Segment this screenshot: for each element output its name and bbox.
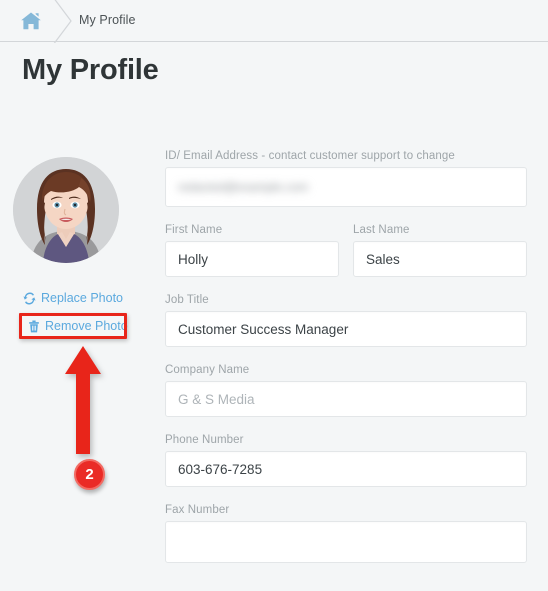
- replace-photo-label: Replace Photo: [41, 291, 124, 305]
- name-row: First Name Holly Last Name Sales: [165, 224, 527, 294]
- field-email-label: ID/ Email Address - contact customer sup…: [165, 150, 455, 162]
- company-name-field[interactable]: G & S Media: [165, 381, 527, 417]
- last-name-field[interactable]: Sales: [353, 241, 527, 277]
- home-icon[interactable]: [18, 8, 44, 34]
- replace-photo-link[interactable]: Replace Photo: [23, 291, 123, 305]
- field-fax-number-label: Fax Number: [165, 504, 230, 516]
- remove-photo-highlight-box: [19, 313, 127, 339]
- step-badge: 2: [74, 459, 105, 490]
- up-arrow-icon: [62, 344, 104, 456]
- breadcrumb: My Profile: [0, 0, 548, 43]
- field-fax-number: Fax Number: [165, 504, 527, 563]
- breadcrumb-separator-icon: [52, 0, 74, 43]
- field-phone-number-label: Phone Number: [165, 434, 244, 446]
- field-job-title: Job Title Customer Success Manager: [165, 294, 527, 347]
- field-last-name-label: Last Name: [353, 224, 410, 236]
- avatar[interactable]: [13, 157, 119, 263]
- email-field-value: redacted@example.com: [178, 180, 309, 194]
- breadcrumb-current[interactable]: My Profile: [79, 13, 136, 27]
- phone-number-field[interactable]: 603-676-7285: [165, 451, 527, 487]
- field-job-title-label: Job Title: [165, 294, 209, 306]
- field-last-name: Last Name Sales: [353, 224, 527, 277]
- job-title-field[interactable]: Customer Success Manager: [165, 311, 527, 347]
- email-field[interactable]: redacted@example.com: [165, 167, 527, 207]
- field-phone-number: Phone Number 603-676-7285: [165, 434, 527, 487]
- field-company-name-label: Company Name: [165, 364, 250, 376]
- fax-number-field[interactable]: [165, 521, 527, 563]
- refresh-icon: [23, 291, 36, 305]
- field-email: ID/ Email Address - contact customer sup…: [165, 150, 527, 207]
- field-company-name: Company Name G & S Media: [165, 364, 527, 417]
- profile-form: ID/ Email Address - contact customer sup…: [165, 150, 527, 580]
- field-first-name-label: First Name: [165, 224, 223, 236]
- field-first-name: First Name Holly: [165, 224, 339, 277]
- page-title: My Profile: [22, 54, 159, 86]
- first-name-field[interactable]: Holly: [165, 241, 339, 277]
